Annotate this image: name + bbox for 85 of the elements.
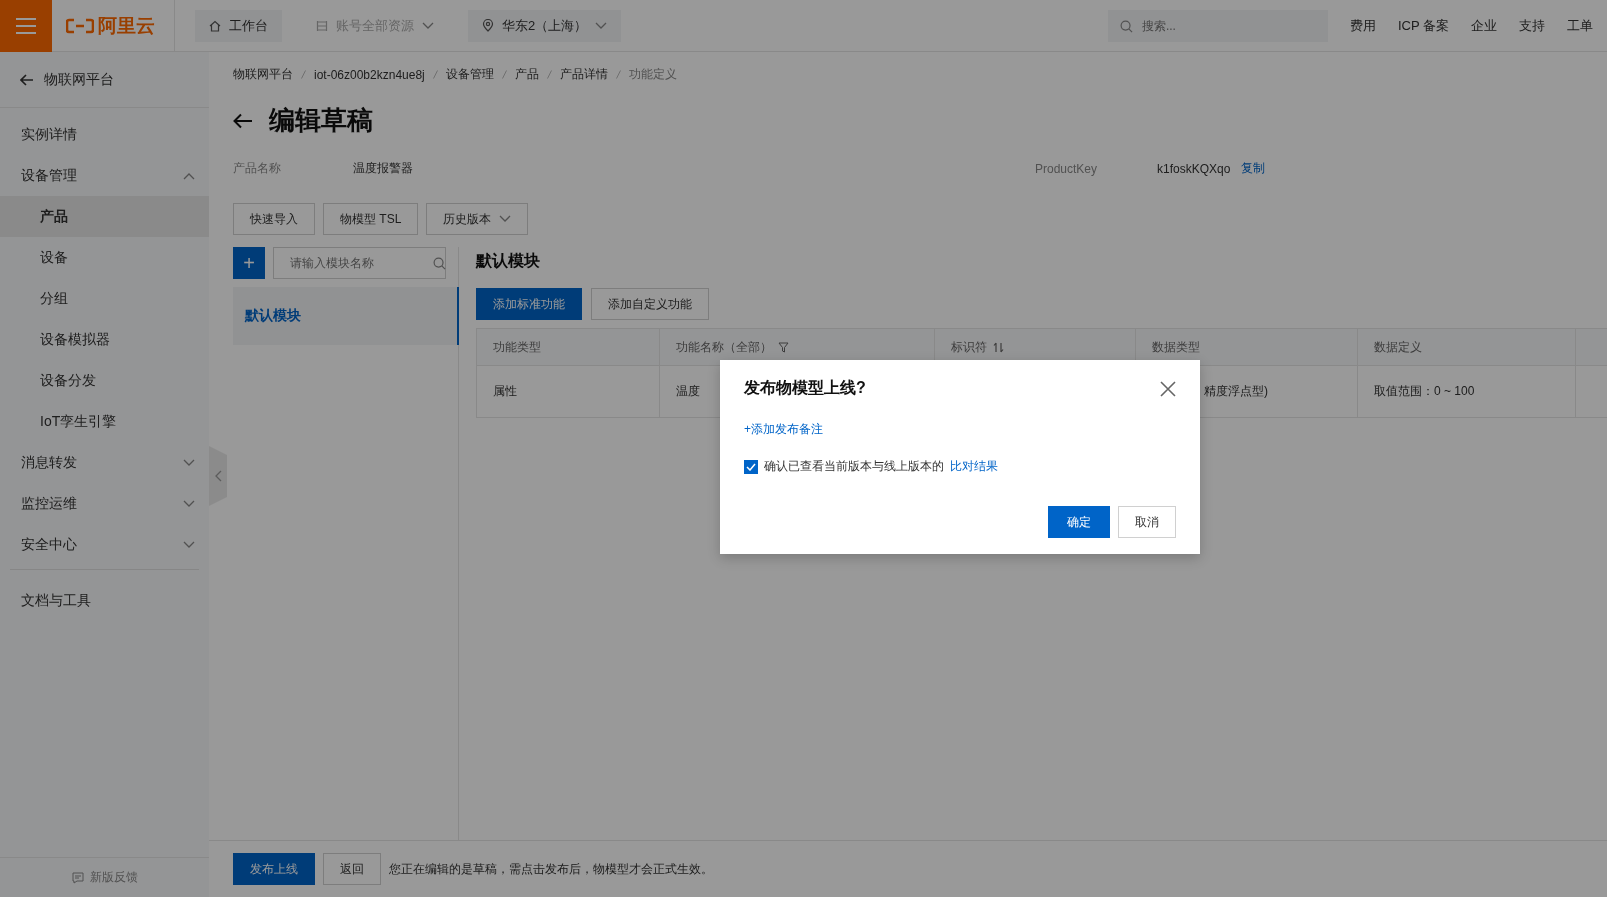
toolbar-button[interactable]: 历史版本: [426, 203, 529, 235]
nav-button[interactable]: 工作台: [195, 9, 282, 42]
checkbox-label: 确认已查看当前版本与线上版本的: [764, 458, 944, 475]
sidebar-item[interactable]: 分组: [0, 278, 209, 319]
table-cell: 取值范围：0 ~ 100: [1358, 366, 1576, 417]
breadcrumb-link[interactable]: 产品详情: [559, 66, 608, 83]
breadcrumb-link[interactable]: 物联网平台: [233, 66, 293, 83]
publish-button[interactable]: 发布上线: [233, 853, 315, 885]
sidebar-item[interactable]: 设备分发: [0, 360, 209, 401]
nav-button[interactable]: 华东2（上海）: [468, 9, 622, 42]
section-title: 默认模块: [476, 251, 541, 271]
check-icon: [746, 462, 756, 471]
top-link[interactable]: 工单: [1567, 16, 1593, 35]
arrow-left-icon: [20, 73, 34, 86]
column-header: 功能类型: [477, 329, 660, 366]
chevron-down-icon: [183, 458, 195, 467]
sort-icon[interactable]: [993, 341, 1004, 353]
checkbox[interactable]: [744, 459, 758, 474]
chevron-down-icon: [595, 21, 608, 30]
comment-icon: [71, 871, 84, 884]
top-link[interactable]: 支持: [1519, 16, 1545, 35]
breadcrumb-link[interactable]: 功能定义: [628, 66, 677, 83]
sidebar-item[interactable]: 文档与工具: [0, 580, 209, 621]
back-link[interactable]: 物联网平台: [0, 52, 209, 108]
sidebar-item[interactable]: IoT孪生引擎: [0, 401, 209, 442]
top-link[interactable]: 企业: [1471, 16, 1497, 35]
chevron-left-icon: [214, 470, 222, 482]
back-arrow-icon[interactable]: [233, 112, 253, 129]
dialog-title: 发布物模型上线?: [744, 378, 866, 398]
close-icon: [1160, 380, 1176, 397]
top-link[interactable]: 费用: [1349, 16, 1376, 35]
draft-note: 您正在编辑的是草稿，需点击发布后，物模型才会正式生效。: [389, 860, 713, 878]
sidebar-item[interactable]: 设备模拟器: [0, 319, 209, 360]
module-item[interactable]: 默认模块: [233, 287, 459, 345]
add-note-link[interactable]: +添加发布备注: [744, 422, 823, 436]
info-value: k1foskKQXqo: [1157, 161, 1232, 176]
chevron-up-icon: [183, 171, 195, 180]
sidebar-item[interactable]: 监控运维: [0, 483, 209, 524]
breadcrumb-separator-icon: [546, 70, 552, 79]
sidebar-item[interactable]: 实例详情: [0, 114, 209, 155]
info-value: 温度报警器: [353, 160, 414, 177]
menu-icon: [16, 17, 36, 34]
info-label: 产品名称: [233, 160, 282, 177]
add-function-button[interactable]: 添加标准功能: [476, 288, 582, 320]
search-field[interactable]: 搜索...: [1107, 9, 1328, 42]
ok-button[interactable]: 确定: [1048, 506, 1110, 538]
table-cell: 属性: [477, 366, 660, 417]
sidebar-item[interactable]: 安全中心: [0, 524, 209, 565]
toolbar-button[interactable]: 快速导入: [233, 203, 315, 235]
copy-link[interactable]: 复制: [1241, 160, 1265, 177]
logo-icon: [66, 17, 94, 34]
stack-icon: [316, 19, 328, 32]
info-label: ProductKey: [1035, 161, 1099, 176]
sidebar-item[interactable]: 消息转发: [0, 442, 209, 483]
breadcrumb-separator-icon: [432, 70, 438, 79]
compare-link[interactable]: 比对结果: [950, 458, 998, 475]
sidebar-item[interactable]: 设备: [0, 237, 209, 278]
top-link[interactable]: ICP 备案: [1397, 16, 1449, 35]
add-module-button[interactable]: +: [233, 247, 265, 279]
column-header: 数据定义: [1358, 329, 1576, 366]
back-button[interactable]: 返回: [323, 853, 381, 885]
module-search-field[interactable]: 请输入模块名称: [273, 247, 446, 279]
breadcrumb-separator-icon: [501, 70, 507, 79]
chevron-down-icon: [422, 21, 434, 30]
toolbar-button[interactable]: 物模型 TSL: [323, 203, 419, 235]
add-function-button[interactable]: 添加自定义功能: [591, 288, 709, 320]
search-icon: [1119, 19, 1133, 33]
home-icon: [209, 19, 221, 32]
sidebar-item[interactable]: 设备管理: [0, 155, 209, 196]
cancel-button[interactable]: 取消: [1118, 506, 1176, 538]
sidebar-item[interactable]: 产品: [0, 196, 209, 237]
breadcrumb-separator-icon: [301, 70, 306, 79]
chevron-down-icon: [183, 540, 195, 549]
chevron-down-icon: [183, 499, 195, 508]
page-title: 编辑草稿: [269, 104, 373, 137]
menu-button[interactable]: [0, 0, 52, 52]
breadcrumb-link[interactable]: 产品: [514, 66, 539, 83]
search-icon: [433, 257, 446, 270]
close-button[interactable]: [1160, 380, 1176, 397]
breadcrumb-link[interactable]: 设备管理: [445, 66, 494, 83]
breadcrumb-link[interactable]: iot-06z00b2kzn4ue8j: [314, 67, 425, 82]
location-icon: [482, 19, 494, 32]
breadcrumb-separator-icon: [615, 70, 621, 79]
column-header: 数据类型: [1136, 329, 1358, 366]
filter-icon[interactable]: [778, 341, 789, 353]
